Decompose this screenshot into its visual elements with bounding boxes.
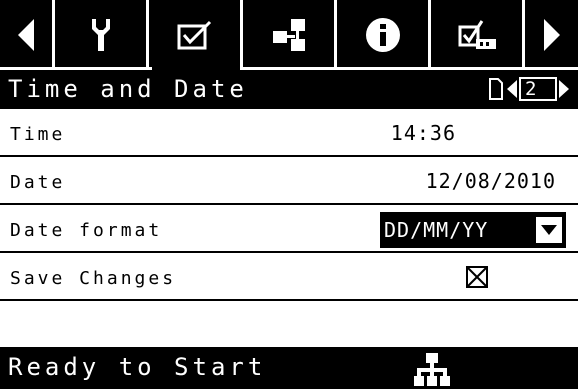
date-label: Date — [10, 172, 66, 193]
row-empty — [0, 303, 578, 347]
document-icon — [489, 78, 503, 100]
row-date[interactable]: Date 12/08/2010 — [0, 159, 578, 205]
settings-checklist-icon — [458, 20, 496, 49]
page-prev-icon[interactable] — [506, 79, 518, 99]
dropdown-arrow[interactable] — [536, 217, 562, 243]
title-bar: Time and Date 2 — [0, 70, 578, 109]
tab-network[interactable] — [243, 0, 337, 70]
chevron-down-icon — [541, 225, 557, 235]
page-next-icon[interactable] — [558, 79, 570, 99]
date-format-value: DD/MM/YY — [384, 218, 489, 242]
tab-scroll-left[interactable] — [0, 0, 55, 70]
status-text: Ready to Start — [8, 353, 267, 381]
tab-settings-checkbox[interactable] — [149, 0, 243, 70]
tab-bar — [0, 0, 578, 70]
wrench-icon — [91, 19, 110, 51]
date-format-select[interactable]: DD/MM/YY — [380, 212, 566, 248]
pager: 2 — [488, 76, 570, 102]
date-format-label: Date format — [10, 220, 163, 241]
info-icon — [365, 18, 400, 52]
row-save-changes[interactable]: Save Changes — [0, 255, 578, 301]
tab-tools[interactable] — [55, 0, 149, 70]
page-title: Time and Date — [8, 75, 248, 103]
arrow-right-icon — [543, 19, 560, 51]
tab-info[interactable] — [337, 0, 431, 70]
row-date-format[interactable]: Date format DD/MM/YY — [0, 207, 578, 253]
arrow-left-icon — [18, 19, 34, 51]
settings-list: Time 14:36 Date 12/08/2010 Date format D… — [0, 109, 578, 347]
network-tree-icon — [414, 353, 450, 386]
checkbox-icon — [177, 20, 211, 50]
network-icon — [272, 19, 305, 51]
row-time[interactable]: Time 14:36 — [0, 111, 578, 157]
date-value[interactable]: 12/08/2010 — [426, 169, 556, 193]
page-number: 2 — [519, 77, 557, 101]
save-changes-label: Save Changes — [10, 268, 177, 289]
time-value[interactable]: 14:36 — [391, 121, 456, 145]
status-bar: Ready to Start — [0, 347, 578, 389]
save-changes-checkbox[interactable] — [465, 265, 489, 289]
tab-scroll-right[interactable] — [525, 0, 578, 70]
tab-maintenance[interactable] — [431, 0, 525, 70]
time-label: Time — [10, 124, 66, 145]
